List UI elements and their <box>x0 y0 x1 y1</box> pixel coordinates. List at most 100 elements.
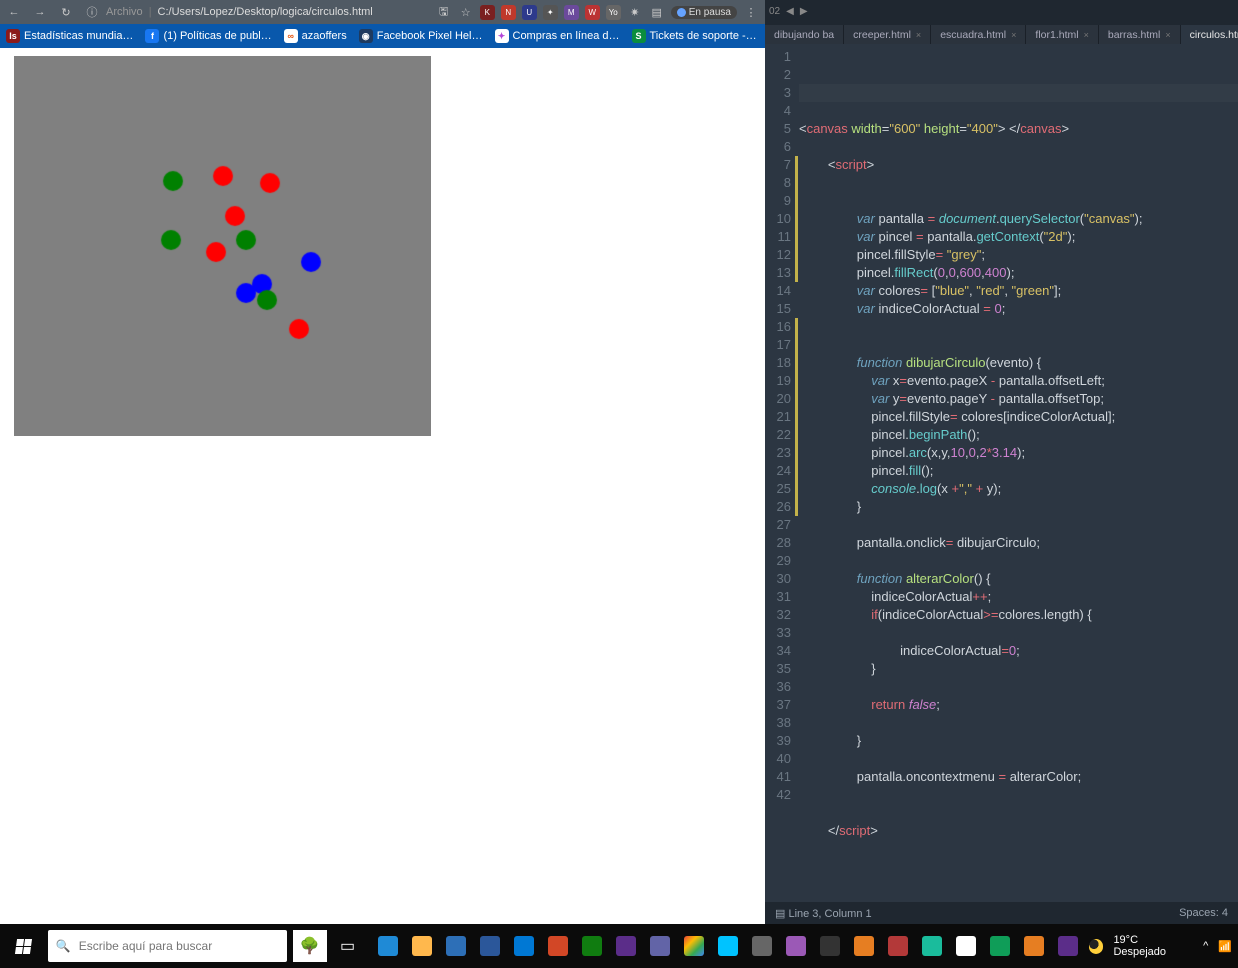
taskbar-app-icon[interactable] <box>849 930 879 962</box>
code-line[interactable]: return false; <box>799 696 1238 714</box>
taskbar-search[interactable]: 🔍 <box>48 930 287 962</box>
taskbar-app-icon[interactable] <box>679 930 709 962</box>
ext-icon-4[interactable]: ✦ <box>543 5 558 20</box>
taskbar-app-icon[interactable] <box>509 930 539 962</box>
code-line[interactable] <box>799 318 1238 336</box>
code-line[interactable] <box>799 174 1238 192</box>
taskbar-app-icon[interactable] <box>917 930 947 962</box>
code-line[interactable]: pincel.arc(x,y,10,0,2*3.14); <box>799 444 1238 462</box>
kebab-icon[interactable]: ⋮ <box>743 4 759 20</box>
taskbar-app-icon[interactable] <box>543 930 573 962</box>
code-line[interactable]: var y=evento.pageY - pantalla.offsetTop; <box>799 390 1238 408</box>
taskbar-app-icon[interactable] <box>781 930 811 962</box>
taskbar-app-icon[interactable] <box>645 930 675 962</box>
taskbar-app-icon[interactable] <box>1053 930 1083 962</box>
code-line[interactable] <box>799 102 1238 120</box>
code-line[interactable]: </script> <box>799 822 1238 840</box>
code-line[interactable]: pincel.fillRect(0,0,600,400); <box>799 264 1238 282</box>
code-line[interactable]: pincel.fillStyle= colores[indiceColorAct… <box>799 408 1238 426</box>
code-line[interactable] <box>799 714 1238 732</box>
editor-tab[interactable]: barras.html× <box>1099 25 1181 44</box>
code-line[interactable]: console.log(x +"," + y); <box>799 480 1238 498</box>
code-line[interactable]: var colores= ["blue", "red", "green"]; <box>799 282 1238 300</box>
ext-icon-7[interactable]: Yo <box>606 5 621 20</box>
taskbar-app-icon[interactable] <box>747 930 777 962</box>
code-line[interactable]: indiceColorActual++; <box>799 588 1238 606</box>
editor-tab[interactable]: dibujando ba <box>765 25 844 44</box>
taskbar-app-icon[interactable] <box>577 930 607 962</box>
taskbar-app-icon[interactable] <box>475 930 505 962</box>
taskbar-app-icon[interactable] <box>611 930 641 962</box>
bookmark-3[interactable]: ∞azaoffers <box>284 29 347 43</box>
code-line[interactable] <box>799 192 1238 210</box>
code-line[interactable]: var pantalla = document.querySelector("c… <box>799 210 1238 228</box>
taskbar-app-icon[interactable] <box>1019 930 1049 962</box>
nav-right-icon[interactable]: ▶ <box>800 6 808 17</box>
code-line[interactable] <box>799 624 1238 642</box>
reload-icon[interactable]: ↻ <box>58 4 74 20</box>
editor-tab[interactable]: escuadra.html× <box>931 25 1026 44</box>
code-line[interactable]: pincel.beginPath(); <box>799 426 1238 444</box>
editor-tab[interactable]: flor1.html× <box>1026 25 1098 44</box>
taskbar-app-icon[interactable] <box>441 930 471 962</box>
code-line[interactable]: pincel.fillStyle= "grey"; <box>799 246 1238 264</box>
taskbar-app-icon[interactable] <box>951 930 981 962</box>
taskbar-app-icon[interactable] <box>373 930 403 962</box>
share-icon[interactable]: 🖫 <box>436 4 452 20</box>
code-line[interactable]: function alterarColor() { <box>799 570 1238 588</box>
tray-chevron-icon[interactable]: ^ <box>1203 940 1208 952</box>
star-icon[interactable]: ☆ <box>458 4 474 20</box>
nav-back-icon[interactable]: ← <box>6 4 22 20</box>
code-line[interactable]: pantalla.oncontextmenu = alterarColor; <box>799 768 1238 786</box>
bookmark-6[interactable]: STickets de soporte -… <box>632 29 757 43</box>
code-line[interactable] <box>799 138 1238 156</box>
code-line[interactable]: } <box>799 498 1238 516</box>
code-area[interactable]: 1234567891011121314151617181920212223242… <box>765 44 1238 902</box>
editor-tab[interactable]: creeper.html× <box>844 25 931 44</box>
code-line[interactable]: <script> <box>799 156 1238 174</box>
profile-chip[interactable]: En pausa <box>671 6 737 19</box>
tab-close-icon[interactable]: × <box>1084 30 1089 40</box>
code-line[interactable]: } <box>799 660 1238 678</box>
drawing-canvas[interactable] <box>14 56 431 436</box>
bookmark-1[interactable]: IsEstadísticas mundia… <box>6 29 133 43</box>
ext-icon-3[interactable]: U <box>522 5 537 20</box>
search-tree-icon[interactable]: 🌳 <box>293 930 327 962</box>
nav-left-icon[interactable]: ◀ <box>786 6 794 17</box>
ext-icon-5[interactable]: M <box>564 5 579 20</box>
code-line[interactable] <box>799 750 1238 768</box>
code-line[interactable]: if(indiceColorActual>=colores.length) { <box>799 606 1238 624</box>
code-line[interactable]: var pincel = pantalla.getContext("2d"); <box>799 228 1238 246</box>
nav-forward-icon[interactable]: → <box>32 4 48 20</box>
taskbar-app-icon[interactable] <box>713 930 743 962</box>
taskbar-app-icon[interactable] <box>407 930 437 962</box>
reading-list-icon[interactable]: ▤ <box>649 4 665 20</box>
tab-close-icon[interactable]: × <box>1165 30 1170 40</box>
address-bar[interactable]: ⓘ Archivo | C:/Users/Lopez/Desktop/logic… <box>84 4 426 20</box>
ext-icon-1[interactable]: K <box>480 5 495 20</box>
task-view-icon[interactable]: ▭ <box>333 930 363 962</box>
code-line[interactable]: var x=evento.pageX - pantalla.offsetLeft… <box>799 372 1238 390</box>
code-line[interactable]: function dibujarCirculo(evento) { <box>799 354 1238 372</box>
ext-icon-6[interactable]: W <box>585 5 600 20</box>
taskbar-app-icon[interactable] <box>985 930 1015 962</box>
tab-close-icon[interactable]: × <box>1011 30 1016 40</box>
start-button[interactable] <box>6 928 42 964</box>
puzzle-icon[interactable]: ✷ <box>627 4 643 20</box>
bookmark-4[interactable]: ◉Facebook Pixel Hel… <box>359 29 483 43</box>
code-line[interactable] <box>799 840 1238 858</box>
search-input[interactable] <box>79 939 279 953</box>
code-line[interactable] <box>799 516 1238 534</box>
code-line[interactable] <box>799 804 1238 822</box>
bookmark-2[interactable]: f(1) Políticas de publ… <box>145 29 271 43</box>
tab-close-icon[interactable]: × <box>916 30 921 40</box>
editor-tab[interactable]: circulos.html× <box>1181 25 1238 44</box>
code-line[interactable]: pincel.fill(); <box>799 462 1238 480</box>
taskbar-app-icon[interactable] <box>815 930 845 962</box>
code-body[interactable]: <canvas width="600" height="400"> </canv… <box>799 44 1238 902</box>
tray-wifi-icon[interactable]: 📶 <box>1218 940 1232 953</box>
code-line[interactable] <box>799 552 1238 570</box>
ext-icon-2[interactable]: N <box>501 5 516 20</box>
taskbar-app-icon[interactable] <box>883 930 913 962</box>
code-line[interactable]: var indiceColorActual = 0; <box>799 300 1238 318</box>
